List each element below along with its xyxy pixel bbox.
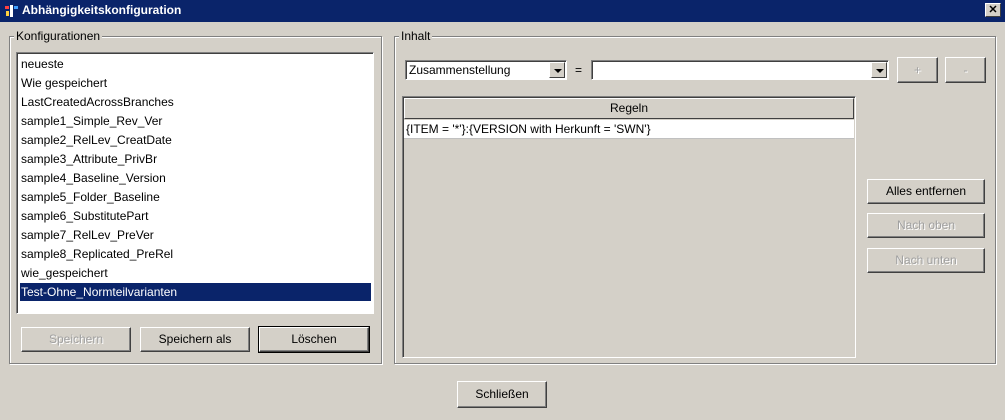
save-as-button[interactable]: Speichern als <box>140 327 250 352</box>
window-title: Abhängigkeitskonfiguration <box>22 3 182 17</box>
app-icon <box>5 5 18 17</box>
save-button[interactable]: Speichern <box>21 327 131 352</box>
configuration-list-item[interactable]: sample2_RelLev_CreatDate <box>20 131 172 149</box>
configuration-list-item[interactable]: wie_gespeichert <box>20 264 108 282</box>
filter-type-select[interactable]: Zusammenstellung <box>405 60 567 80</box>
configuration-list-item[interactable]: sample5_Folder_Baseline <box>20 188 160 206</box>
configuration-list-item[interactable]: sample6_SubstitutePart <box>20 207 148 225</box>
configuration-list-item[interactable]: sample4_Baseline_Version <box>20 169 166 187</box>
configuration-list-item[interactable]: sample8_Replicated_PreRel <box>20 245 173 263</box>
configuration-list-item[interactable]: Test-Ohne_Normteilvarianten <box>20 283 371 301</box>
configurations-list[interactable]: neueste Wie gespeichert LastCreatedAcrossB… <box>16 52 374 314</box>
equals-sign: = <box>575 63 583 77</box>
rules-table[interactable]: Regeln {ITEM = '*'}:{VERSION with Herkun… <box>402 96 856 358</box>
configurations-group-label: Konfigurationen <box>14 29 103 43</box>
configuration-list-item[interactable]: Wie gespeichert <box>20 74 107 92</box>
configuration-list-item[interactable]: LastCreatedAcrossBranches <box>20 93 174 111</box>
filter-value-select[interactable] <box>591 60 889 80</box>
close-button[interactable]: Schließen <box>457 381 547 408</box>
delete-button[interactable]: Löschen <box>258 326 370 353</box>
rule-row[interactable]: {ITEM = '*'}:{VERSION with Herkunft = 'S… <box>404 120 854 139</box>
remove-rule-button[interactable]: - <box>945 57 986 83</box>
rules-table-header[interactable]: Regeln <box>404 98 854 119</box>
move-down-button[interactable]: Nach unten <box>867 248 985 273</box>
title-bar: Abhängigkeitskonfiguration ✕ <box>0 0 1005 22</box>
configuration-list-item[interactable]: sample3_Attribute_PrivBr <box>20 150 157 168</box>
add-rule-button[interactable]: + <box>897 57 938 83</box>
chevron-down-icon[interactable] <box>549 62 565 78</box>
chevron-down-icon[interactable] <box>871 62 887 78</box>
move-up-button[interactable]: Nach oben <box>867 213 985 238</box>
close-window-button[interactable]: ✕ <box>985 3 1001 17</box>
filter-type-value: Zusammenstellung <box>409 63 511 77</box>
remove-all-button[interactable]: Alles entfernen <box>867 179 985 204</box>
configuration-list-item[interactable]: sample1_Simple_Rev_Ver <box>20 112 162 130</box>
configuration-list-item[interactable]: sample7_RelLev_PreVer <box>20 226 154 244</box>
configuration-list-item[interactable]: neueste <box>20 55 64 73</box>
content-group-label: Inhalt <box>399 29 433 43</box>
